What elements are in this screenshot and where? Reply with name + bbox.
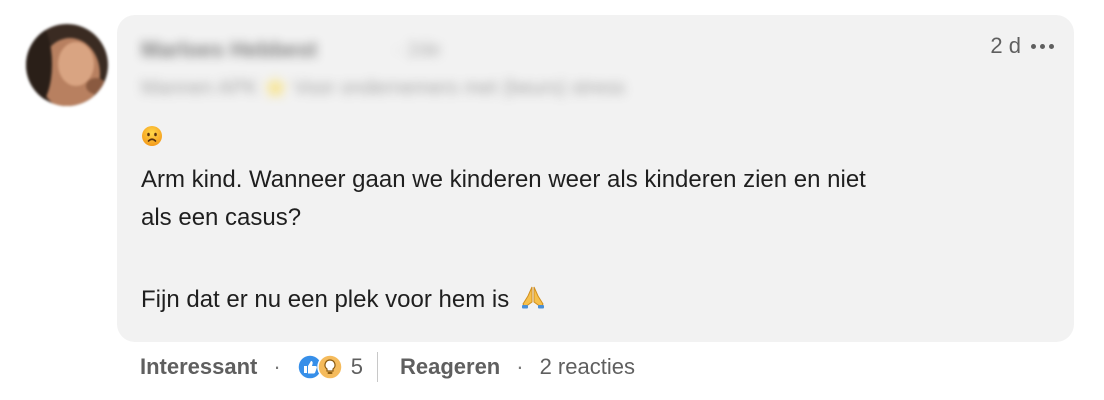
react-button[interactable]: Interessant	[140, 354, 257, 380]
more-options-icon[interactable]	[1029, 43, 1056, 49]
separator-dot-2: ·	[516, 354, 524, 379]
comment-meta: 2 d	[990, 33, 1056, 59]
replies-count-link[interactable]: 2 reacties	[540, 354, 635, 380]
author-headline: Mannen APK ⭐ Voor ondernemers met (beurs…	[141, 77, 626, 99]
sad-face-emoji	[141, 125, 163, 152]
comment-text-line-1: Arm kind. Wanneer gaan we kinderen weer …	[141, 166, 866, 193]
connection-degree: · 2de	[395, 39, 441, 61]
comment-text-line-3: Fijn dat er nu een plek voor hem is	[141, 283, 546, 320]
timestamp: 2 d	[990, 33, 1021, 58]
reply-button[interactable]: Reageren	[400, 354, 500, 380]
avatar[interactable]	[26, 24, 108, 106]
comment-container: Marloes Hebbest · 2de Mannen APK ⭐ Voor …	[0, 0, 1104, 400]
comment-text-line-3-label: Fijn dat er nu een plek voor hem is	[141, 286, 510, 313]
reactions-summary[interactable]: 5	[296, 354, 363, 380]
comment-bubble: Marloes Hebbest · 2de Mannen APK ⭐ Voor …	[117, 15, 1074, 342]
reaction-count: 5	[350, 354, 363, 379]
comment-text-line-2: als een casus?	[141, 204, 302, 231]
author-name[interactable]: Marloes Hebbest	[141, 37, 317, 63]
praying-hands-emoji	[520, 284, 546, 320]
separator-dot: ·	[273, 354, 281, 379]
actions-divider	[376, 352, 378, 382]
insightful-reaction-icon	[316, 354, 343, 380]
comment-actions: Interessant · 5 Reageren · 2 reacties	[140, 344, 635, 390]
